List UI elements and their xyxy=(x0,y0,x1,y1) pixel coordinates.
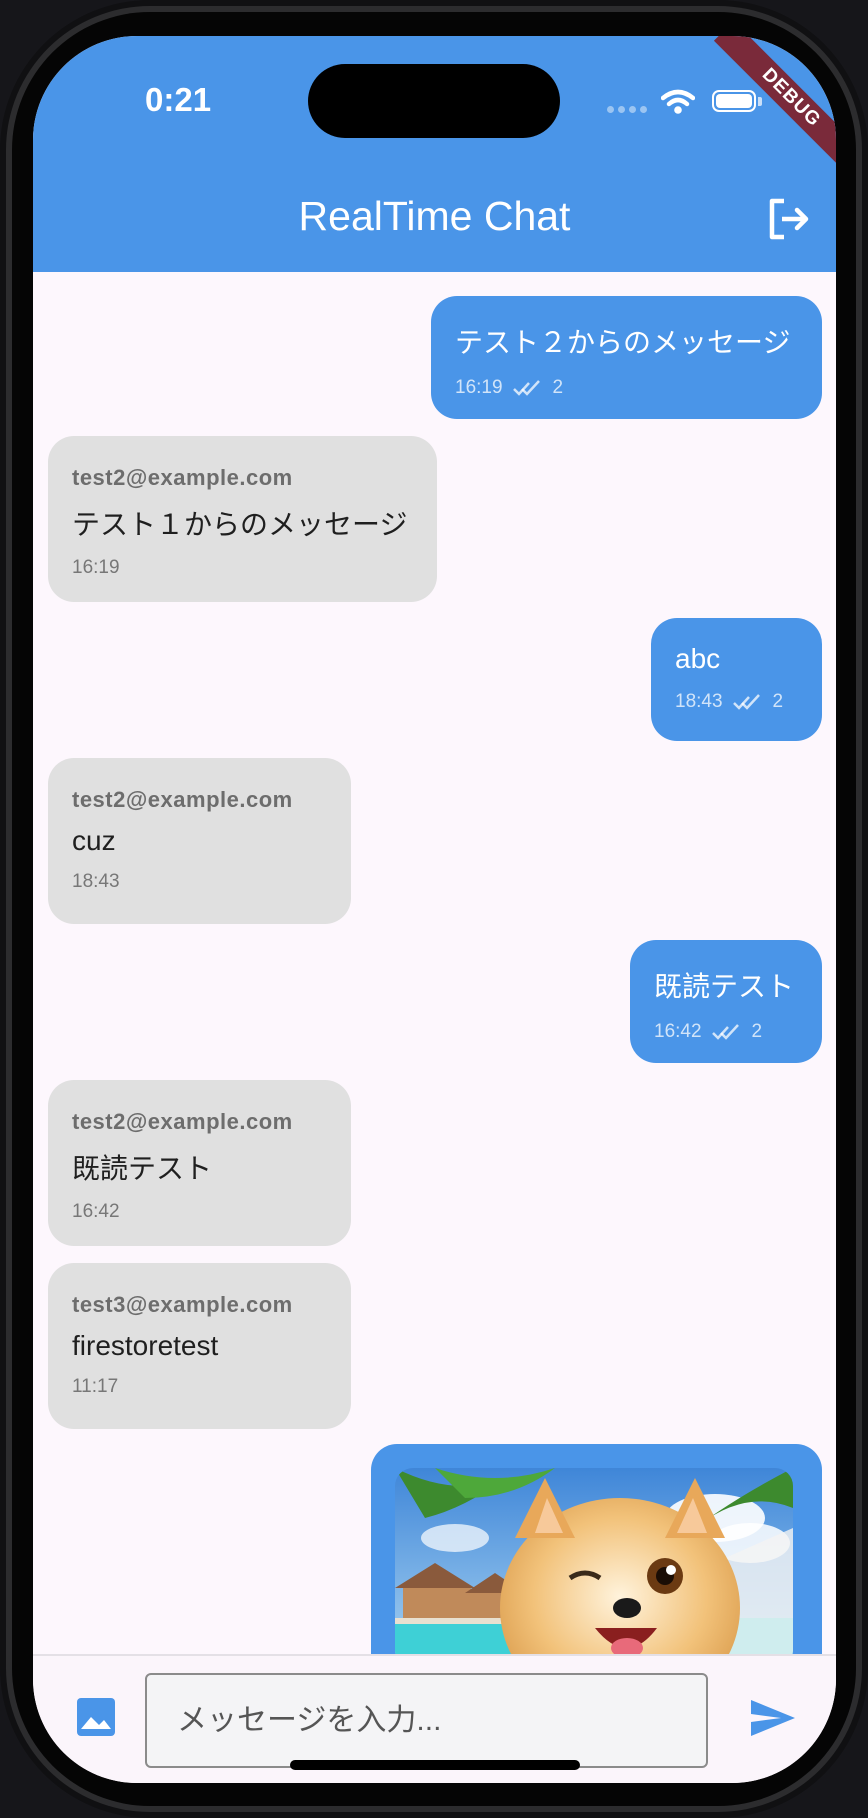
send-icon[interactable] xyxy=(749,1698,797,1738)
message-meta: 16:42 xyxy=(72,1201,327,1223)
read-count: 2 xyxy=(751,1021,763,1042)
app-bar: 0:21 DEBUG RealTime Chat xyxy=(33,36,836,272)
status-time: 0:21 xyxy=(145,81,212,118)
message-time: 16:19 xyxy=(72,557,120,578)
logout-icon[interactable] xyxy=(764,195,812,243)
message-meta: 18:43 xyxy=(72,871,327,893)
message-meta: 11:17 xyxy=(72,1376,327,1398)
message-meta: 16:19 xyxy=(72,557,413,579)
message-sender: test2@example.com xyxy=(72,465,293,490)
dynamic-island xyxy=(308,64,560,138)
message-text: テスト２からのメッセージ xyxy=(455,327,791,358)
message-input-bar xyxy=(33,1654,836,1783)
message-meta: 16:42 2 xyxy=(654,1021,798,1043)
message-time: 16:19 xyxy=(455,377,503,398)
cellular-signal-icon xyxy=(607,106,647,113)
screen: 0:21 DEBUG RealTime Chat テスト２からのメッセージ 16 xyxy=(33,36,836,1783)
shared-image[interactable] xyxy=(395,1468,793,1668)
app-title: RealTime Chat xyxy=(298,193,571,239)
device-frame: 0:21 DEBUG RealTime Chat テスト２からのメッセージ 16 xyxy=(0,0,868,1818)
message-bubble-received[interactable]: test2@example.com 既読テスト 16:42 xyxy=(48,1080,351,1246)
double-check-icon xyxy=(711,1024,739,1040)
read-count: 2 xyxy=(552,377,564,398)
home-indicator xyxy=(290,1760,580,1770)
message-bubble-sent[interactable]: テスト２からのメッセージ 16:19 2 xyxy=(431,296,822,419)
message-time: 11:17 xyxy=(72,1376,119,1397)
message-text: firestoretest xyxy=(72,1330,219,1361)
message-sender: test2@example.com xyxy=(72,787,293,812)
message-bubble-sent[interactable]: abc 18:43 2 xyxy=(651,618,822,741)
message-time: 18:43 xyxy=(72,871,120,892)
message-meta: 16:19 2 xyxy=(455,377,798,399)
message-time: 16:42 xyxy=(72,1201,120,1222)
message-text: テスト１からのメッセージ xyxy=(72,509,408,540)
message-bubble-received[interactable]: test2@example.com cuz 18:43 xyxy=(48,758,351,924)
message-bubble-received[interactable]: test2@example.com テスト１からのメッセージ 16:19 xyxy=(48,436,437,602)
message-text: abc xyxy=(675,643,721,674)
message-text: cuz xyxy=(72,825,116,856)
battery-tip xyxy=(758,97,762,106)
message-sender: test3@example.com xyxy=(72,1292,293,1317)
message-bubble-sent[interactable]: 既読テスト 16:42 2 xyxy=(630,940,822,1063)
wifi-icon xyxy=(661,89,695,114)
message-text: 既読テスト xyxy=(654,971,795,1002)
message-sender: test2@example.com xyxy=(72,1109,293,1134)
message-text: 既読テスト xyxy=(72,1153,213,1184)
image-icon[interactable] xyxy=(75,1696,117,1738)
message-time: 16:42 xyxy=(654,1021,702,1042)
read-count: 2 xyxy=(772,691,784,712)
message-time: 18:43 xyxy=(675,691,723,712)
double-check-icon xyxy=(512,380,540,396)
message-bubble-image[interactable] xyxy=(371,1444,822,1684)
message-bubble-received[interactable]: test3@example.com firestoretest 11:17 xyxy=(48,1263,351,1429)
battery-icon xyxy=(712,90,756,112)
message-meta: 18:43 2 xyxy=(675,691,798,713)
message-input[interactable] xyxy=(145,1673,708,1768)
double-check-icon xyxy=(732,694,760,710)
